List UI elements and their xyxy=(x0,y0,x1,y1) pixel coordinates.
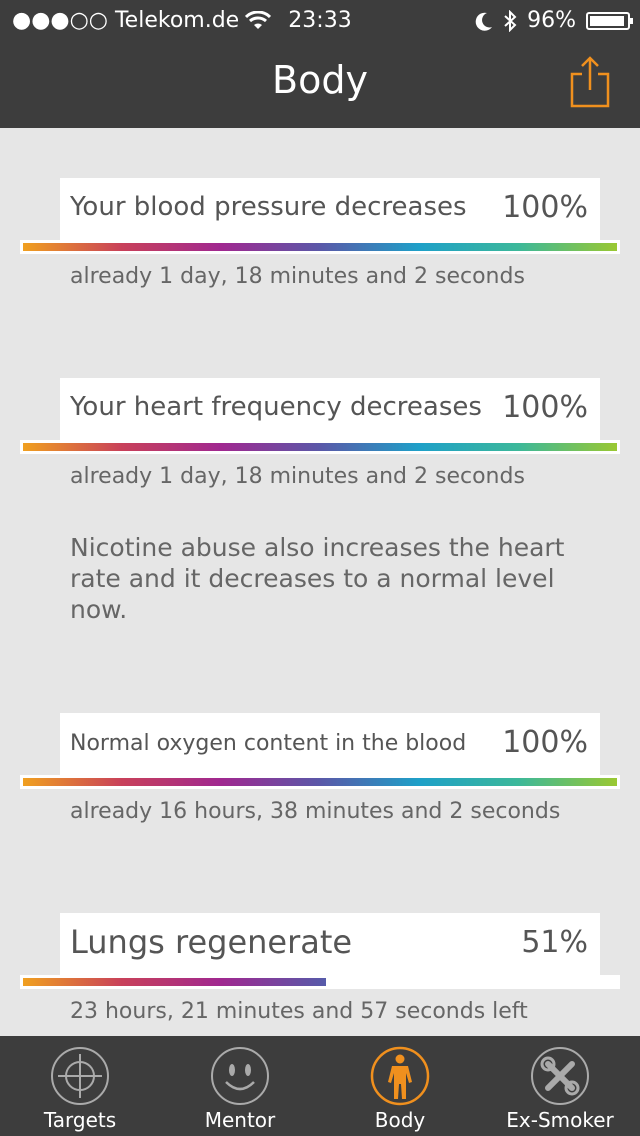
card-header: Your blood pressure decreases 100% xyxy=(60,178,600,242)
card-title: Normal oxygen content in the blood xyxy=(70,731,467,756)
card-title: Your blood pressure decreases xyxy=(70,192,467,222)
tab-targets[interactable]: Targets xyxy=(0,1036,160,1136)
status-bar: ●●●○○ Telekom.de 23:33 96% xyxy=(0,0,640,40)
card-duration: 23 hours, 21 minutes and 57 seconds left xyxy=(70,999,528,1024)
tab-label: Ex-Smoker xyxy=(506,1108,614,1132)
card-duration: already 1 day, 18 minutes and 2 seconds xyxy=(70,464,525,489)
tab-ex-smoker[interactable]: Ex-Smoker xyxy=(480,1036,640,1136)
crosshair-icon xyxy=(51,1047,109,1105)
card-percent: 100% xyxy=(502,725,588,760)
share-icon xyxy=(570,56,610,108)
card-percent: 100% xyxy=(502,190,588,225)
body-content[interactable]: Your blood pressure decreases 100% alrea… xyxy=(0,128,640,1036)
progress-fill xyxy=(23,778,617,786)
progress-bar xyxy=(20,240,620,254)
progress-fill xyxy=(23,978,326,986)
tab-mentor[interactable]: Mentor xyxy=(160,1036,320,1136)
tab-label: Targets xyxy=(43,1108,117,1132)
tab-label: Mentor xyxy=(204,1108,276,1132)
card-header: Normal oxygen content in the blood 100% xyxy=(60,713,600,777)
body-icon xyxy=(370,1046,430,1106)
card-duration: already 1 day, 18 minutes and 2 seconds xyxy=(70,264,525,289)
nav-bar: Body xyxy=(0,40,640,128)
tools-icon xyxy=(531,1047,589,1105)
battery-icon xyxy=(586,11,633,30)
battery-percent: 96% xyxy=(527,8,576,33)
smiley-icon xyxy=(211,1047,269,1105)
progress-bar xyxy=(20,775,620,789)
share-button[interactable] xyxy=(568,54,612,110)
bluetooth-icon xyxy=(504,9,517,32)
card-header: Lungs regenerate 51% xyxy=(60,913,600,977)
card-title: Lungs regenerate xyxy=(70,923,353,961)
moon-icon xyxy=(475,12,493,31)
card-header: Your heart frequency decreases 100% xyxy=(60,378,600,442)
progress-fill xyxy=(23,443,617,451)
card-percent: 51% xyxy=(521,925,588,960)
status-right: 96% xyxy=(475,8,633,33)
page-title: Body xyxy=(272,58,368,102)
tab-label: Body xyxy=(374,1108,426,1132)
card-title: Your heart frequency decreases xyxy=(70,392,482,422)
card-duration: already 16 hours, 38 minutes and 2 secon… xyxy=(70,799,561,824)
tab-bar: Targets Mentor Body Ex-Smoker xyxy=(0,1036,640,1136)
card-note: Nicotine abuse also increases the heart … xyxy=(70,533,565,624)
progress-fill xyxy=(23,243,617,251)
progress-bar xyxy=(20,975,620,989)
tab-body[interactable]: Body xyxy=(320,1036,480,1136)
progress-bar xyxy=(20,440,620,454)
card-percent: 100% xyxy=(502,390,588,425)
